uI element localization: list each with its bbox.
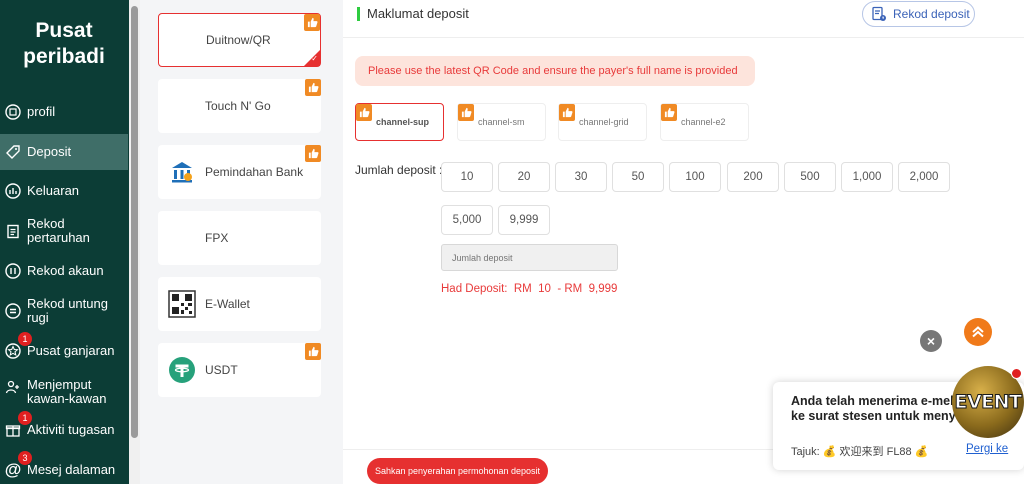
- go-to-mail-link[interactable]: Pergi ke: [966, 443, 1008, 455]
- sidebar-item-label: profil: [27, 104, 56, 119]
- channel-label: channel-e2: [681, 117, 726, 127]
- channel-sup-option[interactable]: channel-sup: [355, 103, 444, 141]
- method-label: USDT: [205, 363, 238, 377]
- amount-option-9999[interactable]: 9,999: [498, 205, 550, 235]
- amount-label: Jumlah deposit :: [355, 163, 443, 177]
- channel-label: channel-grid: [579, 117, 629, 127]
- sidebar-item-rekod-untung-rugi[interactable]: Rekod untung rugi: [0, 293, 128, 329]
- sidebar-item-label: Keluaran: [27, 183, 80, 198]
- sidebar-item-deposit[interactable]: Deposit: [0, 134, 128, 170]
- submit-deposit-button[interactable]: Sahkan penyerahan permohonan deposit: [367, 458, 548, 484]
- sidebar-item-label: Menjemput kawan-kawan: [27, 377, 107, 406]
- thumbs-up-icon: [304, 14, 320, 31]
- amount-option-5000[interactable]: 5,000: [441, 205, 493, 235]
- thumbs-up-icon: [661, 104, 677, 121]
- page-root: Pusat peribadi profil Deposit Keluaran R…: [0, 0, 1024, 484]
- amount-option-500[interactable]: 500: [784, 162, 836, 192]
- rekod-deposit-button[interactable]: Rekod deposit: [862, 1, 975, 27]
- thumbs-up-icon: [305, 79, 321, 96]
- thumbs-up-icon: [559, 104, 575, 121]
- method-usdt[interactable]: USDT: [158, 343, 321, 397]
- thumbs-up-icon: [356, 104, 372, 121]
- method-label: Duitnow/QR: [206, 33, 271, 47]
- method-fpx[interactable]: FPX: [158, 211, 321, 265]
- sidebar-item-label: Pusat ganjaran: [27, 343, 115, 358]
- section-title: Maklumat deposit: [367, 6, 469, 21]
- clipboard-icon: [4, 222, 22, 240]
- sidebar-title-line2: peribadi: [23, 45, 105, 68]
- sidebar-item-label: Rekod untung rugi: [27, 296, 108, 325]
- notification-badge: 1: [18, 332, 32, 346]
- method-label: E-Wallet: [205, 297, 250, 311]
- method-label: Touch N' Go: [205, 99, 271, 113]
- notice-text: Please use the latest QR Code and ensure…: [368, 65, 738, 77]
- gift-icon: [4, 421, 22, 439]
- deposit-limit-text: Had Deposit: RM 10 - RM 9,999: [441, 283, 618, 295]
- section-marker: [357, 7, 360, 21]
- amount-option-100[interactable]: 100: [669, 162, 721, 192]
- event-notification-dot: [1011, 368, 1022, 379]
- thumbs-up-icon: [305, 145, 321, 162]
- tether-icon: [168, 356, 196, 384]
- notification-badge: 3: [18, 451, 32, 465]
- bank-icon: [168, 158, 196, 186]
- sidebar-item-label: Rekod akaun: [27, 263, 104, 278]
- sidebar-item-label: Deposit: [27, 144, 72, 159]
- reward-icon: [4, 342, 22, 360]
- channel-e2-option[interactable]: channel-e2: [660, 103, 749, 141]
- sidebar-item-rekod-pertaruhan[interactable]: Rekod pertaruhan: [0, 213, 128, 249]
- profit-loss-icon: [4, 302, 22, 320]
- thumbs-up-icon: [458, 104, 474, 121]
- amount-option-2000[interactable]: 2,000: [898, 162, 950, 192]
- at-icon: @: [4, 460, 22, 479]
- account-record-icon: [4, 262, 22, 280]
- channel-label: channel-sup: [376, 117, 430, 127]
- double-chevron-up-icon: [972, 326, 984, 338]
- sidebar-item-profil[interactable]: profil: [0, 94, 128, 130]
- invite-friends-icon: [4, 378, 22, 396]
- channel-sm-option[interactable]: channel-sm: [457, 103, 546, 141]
- sidebar-item-keluaran[interactable]: Keluaran: [0, 173, 128, 209]
- channel-grid-option[interactable]: channel-grid: [558, 103, 647, 141]
- tag-icon: [4, 143, 22, 161]
- channel-label: channel-sm: [478, 117, 525, 127]
- method-e-wallet[interactable]: E-Wallet: [158, 277, 321, 331]
- notification-badge: 1: [18, 411, 32, 425]
- sidebar-item-rekod-akaun[interactable]: Rekod akaun: [0, 253, 128, 289]
- sidebar-scrollbar-thumb[interactable]: [131, 6, 138, 438]
- profile-icon: [4, 103, 22, 121]
- method-duitnow-qr[interactable]: Duitnow/QR ✓: [158, 13, 321, 67]
- qr-code-icon: [168, 290, 196, 318]
- sidebar: Pusat peribadi profil Deposit Keluaran R…: [0, 0, 140, 484]
- withdraw-icon: [4, 182, 22, 200]
- thumbs-up-icon: [305, 343, 321, 360]
- notice-banner: Please use the latest QR Code and ensure…: [355, 56, 755, 86]
- amount-option-50[interactable]: 50: [612, 162, 664, 192]
- amount-option-30[interactable]: 30: [555, 162, 607, 192]
- method-touch-n-go[interactable]: Touch N' Go: [158, 79, 321, 133]
- event-label: EVENT: [954, 391, 1023, 414]
- sidebar-item-label: Aktiviti tugasan: [27, 422, 115, 437]
- scroll-to-top-button[interactable]: [964, 318, 992, 346]
- record-document-icon: [871, 6, 887, 22]
- amount-option-1000[interactable]: 1,000: [841, 162, 893, 192]
- sidebar-title-line1: Pusat: [35, 19, 93, 42]
- sidebar-item-menjemput-kawan[interactable]: Menjemput kawan-kawan: [0, 373, 128, 411]
- rekod-deposit-label: Rekod deposit: [893, 7, 970, 21]
- amount-input[interactable]: [441, 244, 618, 271]
- sidebar-item-label: Mesej dalaman: [27, 462, 116, 477]
- payment-method-list: Duitnow/QR ✓ Touch N' Go Pemindahan Bank…: [140, 0, 343, 484]
- amount-option-20[interactable]: 20: [498, 162, 550, 192]
- sidebar-title: Pusat peribadi: [0, 18, 128, 70]
- popup-subject: Tajuk: 💰 欢迎来到 FL88 💰: [791, 446, 929, 458]
- amount-option-10[interactable]: 10: [441, 162, 493, 192]
- amount-option-200[interactable]: 200: [727, 162, 779, 192]
- method-label: FPX: [205, 231, 229, 245]
- method-pemindahan-bank[interactable]: Pemindahan Bank: [158, 145, 321, 199]
- sidebar-item-label: Rekod pertaruhan: [27, 216, 90, 245]
- divider: [343, 37, 1024, 38]
- method-label: Pemindahan Bank: [205, 165, 304, 179]
- selected-check-icon: ✓: [304, 50, 320, 66]
- close-popup-button[interactable]: ×: [920, 330, 942, 352]
